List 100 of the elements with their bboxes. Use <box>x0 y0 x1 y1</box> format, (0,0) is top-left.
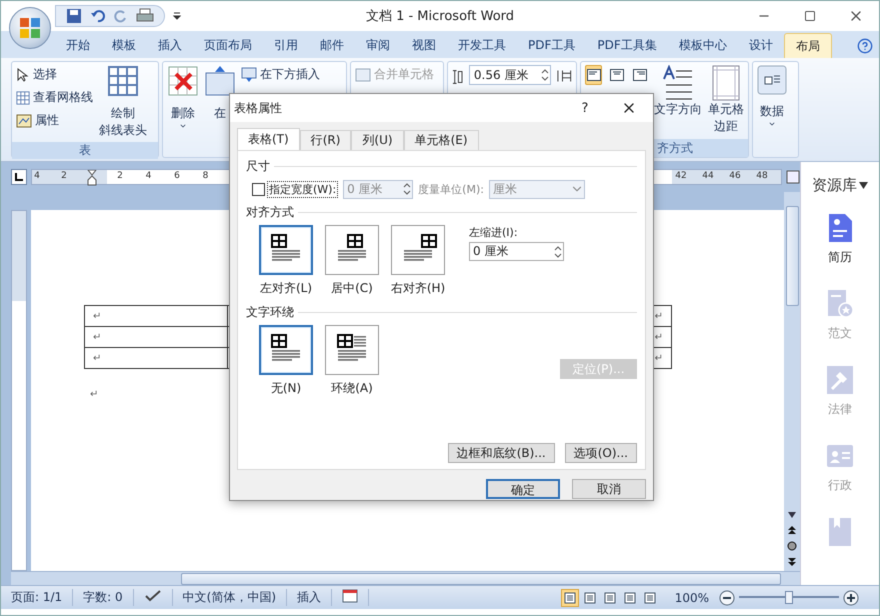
ribbon-tab[interactable]: 邮件 <box>309 33 355 58</box>
cancel-button[interactable]: 取消 <box>572 479 646 499</box>
insert-below-button[interactable]: 在下方插入 <box>241 65 320 84</box>
cell-margins-button[interactable]: 单元格 边距 <box>708 65 744 136</box>
left-tab-icon <box>15 173 23 181</box>
dialog-tab[interactable]: 列(U) <box>351 130 404 150</box>
undo-icon <box>90 8 106 24</box>
insert-above-button[interactable]: 在 <box>205 65 235 154</box>
caret-icon <box>179 122 187 130</box>
delete-button[interactable]: 删除 <box>167 65 199 154</box>
ribbon-button[interactable]: 属性 <box>16 111 93 130</box>
ruler-number: 2 <box>117 171 123 181</box>
merge-cells-icon <box>355 68 371 82</box>
word-count[interactable]: 字数: 0 <box>73 589 134 606</box>
table-delete-icon <box>167 65 199 97</box>
zoom-thumb[interactable] <box>785 591 793 604</box>
save-icon <box>66 8 82 24</box>
text-direction-button[interactable]: 文字方向 <box>654 65 702 136</box>
option-tile[interactable] <box>325 325 379 375</box>
paragraph-mark: ↵ <box>90 389 100 400</box>
dialog-tab[interactable]: 行(R) <box>300 130 352 150</box>
logo-icon <box>19 17 41 39</box>
document-star-icon <box>826 289 854 319</box>
indent-field[interactable]: 0 厘米 <box>469 242 564 261</box>
spin-arrows-icon <box>540 68 550 82</box>
proofing-check-icon <box>144 589 162 603</box>
dialog-tab[interactable]: 单元格(E) <box>404 130 479 150</box>
ribbon-tab[interactable]: 引用 <box>263 33 309 58</box>
option-tile[interactable] <box>259 225 313 275</box>
insert-mode[interactable]: 插入 <box>287 589 332 606</box>
horizontal-scrollbar[interactable] <box>11 571 800 585</box>
data-icon <box>757 65 787 95</box>
section-heading: 对齐方式 <box>246 204 294 220</box>
caret-icon <box>768 120 776 128</box>
paragraph-mark: ↵ <box>654 310 663 322</box>
ribbon-tab[interactable]: 布局 <box>784 33 832 58</box>
option-label: 环绕(A) <box>331 380 373 397</box>
vertical-scrollbar[interactable] <box>784 192 800 571</box>
resource-label[interactable]: 简历 <box>828 249 852 266</box>
ruler-number: 6 <box>174 171 180 181</box>
ribbon-tab[interactable]: 模板中心 <box>668 33 738 58</box>
spin-arrows-icon <box>553 244 563 258</box>
group-label: 表 <box>79 142 91 159</box>
view-button[interactable] <box>560 588 579 606</box>
person-document-icon <box>826 213 854 243</box>
spin-arrows-icon <box>402 182 412 196</box>
ruler-number: 8 <box>202 171 208 181</box>
language-status[interactable]: 中文(简体，中国) <box>172 589 288 606</box>
gavel-icon <box>826 365 854 395</box>
resource-library-title[interactable]: 资源库 <box>812 176 868 195</box>
checkbox[interactable] <box>252 182 265 196</box>
align-icon <box>586 69 600 81</box>
ribbon-button[interactable]: 选择 <box>16 65 93 84</box>
office-button[interactable] <box>9 7 51 49</box>
ribbon-tab[interactable]: 页面布局 <box>193 33 263 58</box>
paragraph-mark: ↵ <box>654 352 663 364</box>
insert-row-above-icon <box>205 65 235 97</box>
paragraph-mark: ↵ <box>93 352 102 364</box>
tab-stop-selector[interactable] <box>11 169 27 185</box>
page-count[interactable]: 页面: 1/1 <box>1 589 74 606</box>
paragraph-mark: ↵ <box>93 310 102 322</box>
option-tile[interactable] <box>325 225 379 275</box>
ribbon-button[interactable]: 查看网格线 <box>16 88 93 107</box>
scroll-down-icon <box>787 511 797 519</box>
ribbon-tab[interactable]: 审阅 <box>355 33 401 58</box>
group-label: 齐方式 <box>657 140 693 156</box>
scroll-thumb[interactable] <box>181 572 781 584</box>
help-icon[interactable] <box>857 38 873 54</box>
ruler-toggle-icon <box>786 170 800 184</box>
dialog-button[interactable]: 边框和底纹(B)... <box>448 443 555 463</box>
ok-button[interactable]: 确定 <box>486 479 560 499</box>
view-icon <box>624 592 636 604</box>
ribbon-tab[interactable]: 开始 <box>55 33 101 58</box>
customize-dropdown-icon <box>173 11 181 21</box>
ribbon-tab[interactable]: 模板 <box>101 33 147 58</box>
option-tile[interactable] <box>391 225 445 275</box>
dialog-button[interactable]: 选项(O)... <box>564 443 637 463</box>
macro-record-icon <box>342 589 358 603</box>
help-button[interactable]: ? <box>565 100 605 116</box>
option-label: 左对齐(L) <box>260 280 312 297</box>
cell-align-button[interactable] <box>585 65 602 85</box>
zoom-level[interactable]: 100% <box>664 590 719 604</box>
cursor-icon <box>16 68 30 82</box>
ribbon-tab[interactable]: 设计 <box>738 33 784 58</box>
ribbon-tab[interactable]: 插入 <box>147 33 193 58</box>
ribbon-tab[interactable]: 视图 <box>401 33 447 58</box>
ruler-number: 46 <box>729 171 741 181</box>
ribbon-tab[interactable]: PDF工具集 <box>586 33 668 58</box>
ribbon-tab[interactable]: 开发工具 <box>447 33 517 58</box>
dialog-tab[interactable]: 表格(T) <box>237 128 300 150</box>
option-tile[interactable] <box>259 325 313 375</box>
ribbon-tab[interactable]: PDF工具 <box>517 33 586 58</box>
row-height-field[interactable]: 0.56 厘米 <box>468 65 552 85</box>
checkbox-label[interactable]: 指定宽度(W): <box>267 180 338 198</box>
distribute-columns-icon <box>557 68 572 84</box>
row-height-icon <box>452 68 463 86</box>
next-page-icon <box>787 557 797 567</box>
draw-diagonal-header-button[interactable]: 绘制 斜线表头 <box>99 65 147 139</box>
scroll-thumb[interactable] <box>786 206 798 306</box>
zoom-in-icon <box>843 590 859 606</box>
